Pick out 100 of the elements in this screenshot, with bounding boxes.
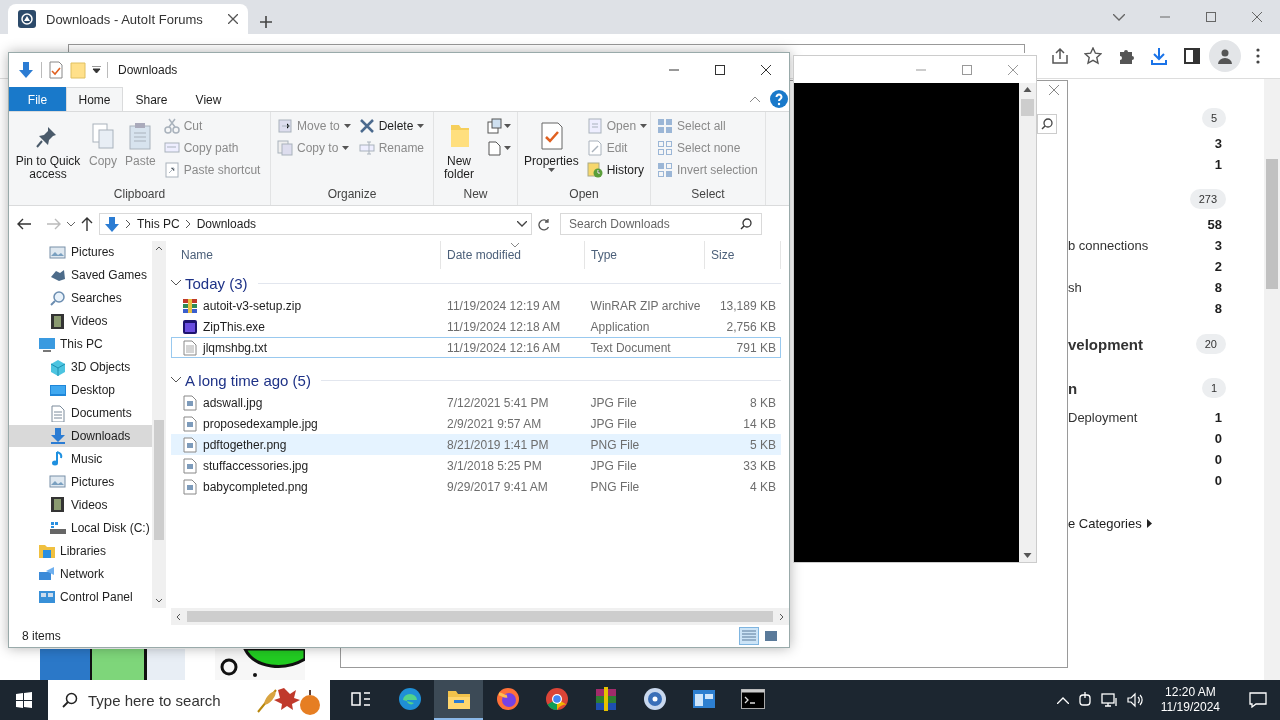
share-icon xyxy=(1051,47,1069,65)
volume-button[interactable] xyxy=(1126,692,1145,708)
address-field[interactable]: This PC Downloads xyxy=(99,213,532,235)
taskbar-search-field[interactable]: Type here to search xyxy=(48,680,330,720)
nav-item[interactable]: Libraries xyxy=(9,539,152,563)
nav-item[interactable]: Network xyxy=(9,562,152,586)
tray-button[interactable] xyxy=(1076,692,1093,708)
scroll-thumb[interactable] xyxy=(187,611,773,622)
file-row[interactable]: adswall.jpg 7/12/2021 5:41 PM JPG File 8 KB xyxy=(171,392,781,413)
collapse-ribbon-button[interactable] xyxy=(750,96,760,102)
nav-item[interactable]: Documents xyxy=(9,401,152,425)
count-text: 0 xyxy=(1214,431,1222,446)
scrollbar[interactable] xyxy=(171,608,789,625)
nav-item[interactable]: Music xyxy=(9,447,152,471)
search-field[interactable] xyxy=(1037,114,1057,134)
search-icon xyxy=(1041,118,1053,130)
nav-item[interactable]: Desktop xyxy=(9,378,152,402)
scroll-thumb[interactable] xyxy=(1266,159,1278,289)
ribbon-button[interactable]: History xyxy=(584,159,650,181)
column-header[interactable]: Type xyxy=(585,241,705,269)
ribbon-tab[interactable]: Home xyxy=(66,87,123,111)
file-row[interactable]: pdftogether.png 8/21/2019 1:41 PM PNG File 5 KB xyxy=(171,434,781,455)
usb-device-icon xyxy=(1076,692,1093,708)
nav-item[interactable]: 3D Objects xyxy=(9,355,152,379)
search-field[interactable]: Search Downloads xyxy=(560,213,762,235)
file-row[interactable]: jlqmshbg.txt 11/19/2024 12:16 AM Text Document 791 KB xyxy=(171,337,781,358)
nav-item[interactable]: This PC xyxy=(9,332,152,356)
file-row[interactable]: babycompleted.png 9/29/2017 9:41 AM PNG File 4 KB xyxy=(171,476,781,497)
breadcrumb[interactable]: Downloads xyxy=(196,217,257,231)
scrollbar[interactable] xyxy=(1019,83,1036,562)
drive-icon xyxy=(49,519,67,537)
recent-locations-button[interactable] xyxy=(67,221,75,227)
table-cell-text: 11/19/2024 12:18 AM xyxy=(446,319,562,334)
speaker-icon xyxy=(1126,692,1145,708)
magnifier-icon xyxy=(49,289,67,307)
close-button[interactable] xyxy=(1049,85,1059,95)
table-cell-text: Text Document xyxy=(589,340,672,355)
category-title[interactable]: velopment xyxy=(1068,335,1143,353)
table-cell-text: WinRAR ZIP archive xyxy=(589,298,702,313)
nav-item[interactable]: Pictures xyxy=(9,470,152,494)
show-hidden-icons-button[interactable] xyxy=(1056,696,1069,704)
nav-item[interactable]: Videos xyxy=(9,493,152,517)
forum-link[interactable]: sh xyxy=(1068,280,1082,295)
nav-item[interactable]: Pictures xyxy=(9,241,152,264)
ribbon-tab[interactable]: View xyxy=(180,87,237,111)
help-button[interactable] xyxy=(770,90,788,108)
up-button[interactable] xyxy=(81,217,93,231)
group-toggle[interactable] xyxy=(171,377,181,383)
close-icon xyxy=(1252,12,1262,22)
nav-item[interactable]: Searches xyxy=(9,286,152,310)
scroll-thumb[interactable] xyxy=(1021,99,1034,116)
speech-bubble-icon xyxy=(1249,692,1267,708)
column-header[interactable]: Name xyxy=(171,241,441,269)
group-label: Organize xyxy=(326,187,378,203)
download-arrow-icon xyxy=(49,427,67,445)
network-button[interactable] xyxy=(1100,692,1119,708)
nav-item[interactable]: Videos xyxy=(9,309,152,333)
menu-icon xyxy=(1256,48,1260,64)
document-icon xyxy=(49,404,67,422)
refresh-button[interactable] xyxy=(538,217,550,231)
categories-link[interactable]: e Categories xyxy=(1068,515,1142,531)
breadcrumb[interactable]: This PC xyxy=(137,217,180,231)
file-row[interactable]: ZipThis.exe 11/19/2024 12:18 AM Application 2,756 KB xyxy=(171,316,781,337)
table-cell-text: 4 KB xyxy=(748,479,777,494)
ribbon-button[interactable]: Delete xyxy=(356,115,427,137)
ribbon-button[interactable]: Pin to Quick access xyxy=(13,115,83,181)
column-header[interactable]: Size xyxy=(705,241,781,269)
nav-item[interactable]: Saved Games xyxy=(9,263,152,287)
quick-access-button[interactable] xyxy=(48,61,64,79)
column-header[interactable]: Date modified xyxy=(441,241,585,269)
taskbar-button[interactable] xyxy=(434,680,483,720)
file-row[interactable]: autoit-v3-setup.zip 11/19/2024 12:19 AM WinRAR ZIP archive 13,189 KB xyxy=(171,295,781,316)
new-tab-button[interactable] xyxy=(260,16,272,28)
table-cell-text: 7/12/2021 5:41 PM xyxy=(446,395,550,410)
ribbon-button[interactable]: New folder xyxy=(438,115,480,181)
triangle-right-icon xyxy=(1146,518,1152,528)
ribbon-button[interactable]: Properties xyxy=(522,115,581,177)
forum-link[interactable]: Deployment xyxy=(1068,410,1138,425)
browser-tab[interactable]: Downloads - AutoIt Forums xyxy=(8,4,248,34)
ribbon-tab[interactable]: Share xyxy=(123,87,180,111)
group-toggle[interactable] xyxy=(171,280,181,286)
nav-item[interactable]: Downloads xyxy=(9,424,152,448)
scrollbar[interactable] xyxy=(1264,79,1280,680)
caret-icon xyxy=(342,145,350,151)
back-button[interactable] xyxy=(17,218,31,230)
profile-button[interactable] xyxy=(1209,40,1241,72)
ribbon-tab[interactable]: File xyxy=(9,87,66,111)
monitor-icon xyxy=(38,335,56,353)
ribbon-button[interactable] xyxy=(484,115,513,137)
file-row[interactable]: stuffaccessories.jpg 3/1/2018 5:25 PM JPG File 33 KB xyxy=(171,455,781,476)
scrollbar[interactable] xyxy=(152,241,166,608)
category-title[interactable]: n xyxy=(1068,379,1078,397)
file-row[interactable]: proposedexample.jpg 2/9/2021 9:57 AM JPG File 14 KB xyxy=(171,413,781,434)
nav-item[interactable]: Control Panel xyxy=(9,585,152,608)
nav-item[interactable]: Local Disk (C:) xyxy=(9,516,152,540)
forum-link[interactable]: b connections xyxy=(1068,238,1149,253)
scroll-thumb[interactable] xyxy=(154,420,164,540)
clock[interactable]: 12:20 AM 11/19/2024 xyxy=(1152,685,1228,715)
customize-toolbar-button[interactable] xyxy=(92,66,101,74)
scissors-icon xyxy=(163,118,180,134)
